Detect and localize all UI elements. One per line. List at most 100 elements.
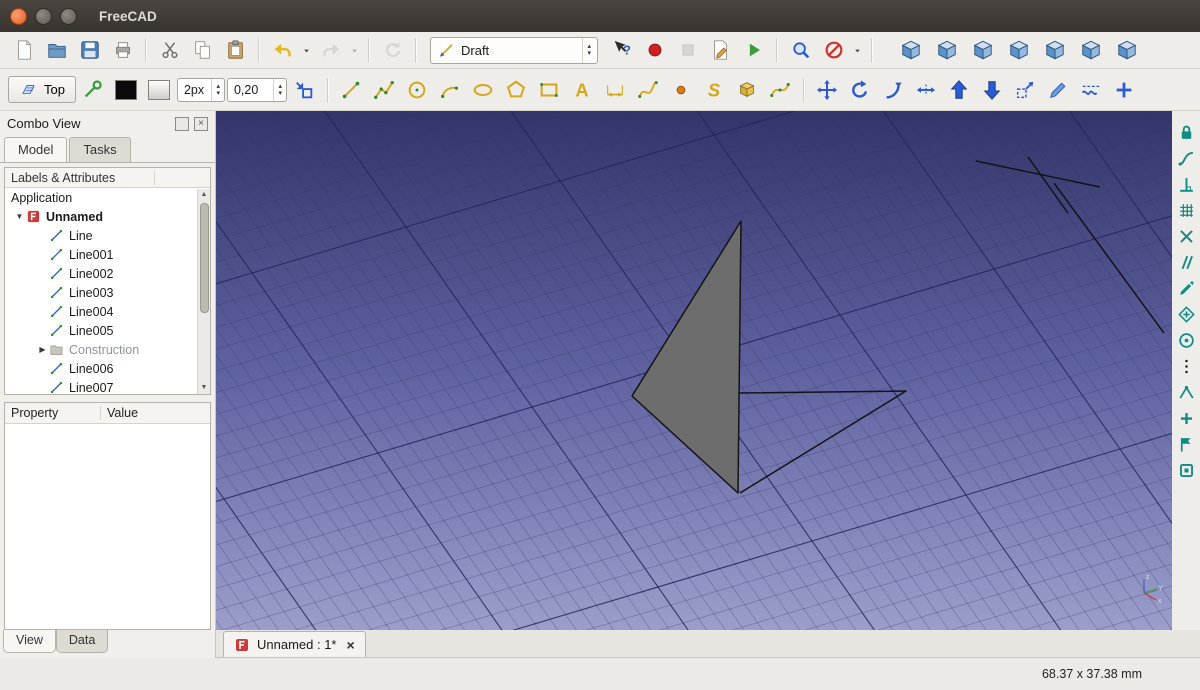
line-width-spinner[interactable]: 2px ▴ ▾ — [176, 77, 225, 102]
document-tab-close-icon[interactable]: × — [347, 637, 355, 653]
draft-offset-button[interactable] — [878, 75, 909, 104]
tree-item-line002[interactable]: Line002 — [5, 264, 197, 283]
open-button[interactable] — [41, 36, 72, 65]
print-button[interactable] — [107, 36, 138, 65]
macro-edit-button[interactable] — [705, 36, 736, 65]
tree-scrollbar[interactable]: ▲ ▼ — [197, 189, 210, 394]
draft-facebinder-button[interactable] — [732, 75, 763, 104]
view-bottom-button[interactable] — [1074, 36, 1108, 65]
panel-float-button[interactable] — [175, 116, 189, 131]
workbench-selector-arrows[interactable]: ▴ ▾ — [582, 37, 595, 63]
draft-bspline-button[interactable] — [633, 75, 664, 104]
tree-item-line[interactable]: Line — [5, 226, 197, 245]
whats-this-button[interactable] — [606, 36, 637, 65]
spin-down-arrow[interactable]: ▾ — [278, 90, 282, 97]
draft-text-button[interactable] — [567, 75, 598, 104]
draft-rectangle-button[interactable] — [534, 75, 565, 104]
redo-button[interactable] — [315, 36, 346, 65]
snap-intersection-button[interactable] — [1174, 224, 1198, 248]
draft-ellipse-button[interactable] — [468, 75, 499, 104]
line-color-button[interactable] — [111, 75, 142, 104]
view-right-button[interactable] — [1002, 36, 1036, 65]
snap-parallel-button[interactable] — [1174, 250, 1198, 274]
draft-rotate-button[interactable] — [845, 75, 876, 104]
tree-item-line003[interactable]: Line003 — [5, 283, 197, 302]
draft-dimension-button[interactable] — [600, 75, 631, 104]
panel-close-button[interactable]: × — [194, 116, 208, 131]
text-scale-spinner[interactable]: 0,20 ▴ ▾ — [226, 77, 287, 102]
spin-up-arrow[interactable]: ▴ — [278, 83, 282, 90]
working-plane-button[interactable]: Top — [8, 76, 76, 103]
expand-arrow-icon[interactable]: ▶ — [36, 345, 49, 354]
tab-tasks[interactable]: Tasks — [69, 137, 131, 162]
draft-line-button[interactable] — [336, 75, 367, 104]
window-minimize-button[interactable] — [35, 7, 52, 25]
scroll-up-icon[interactable]: ▲ — [201, 189, 208, 201]
tree-item-application[interactable]: Application — [5, 188, 197, 207]
spin-up-arrow[interactable]: ▴ — [216, 83, 220, 90]
tree-item-unnamed[interactable]: ▼ Unnamed — [5, 207, 197, 226]
tree-item-line006[interactable]: Line006 — [5, 359, 197, 378]
snap-grid-button[interactable] — [1174, 198, 1198, 222]
draft-downgrade-button[interactable] — [977, 75, 1008, 104]
snap-perpendicular-button[interactable] — [1174, 172, 1198, 196]
workbench-selector[interactable]: Draft ▴ ▾ — [430, 36, 598, 64]
draft-polyline-button[interactable] — [369, 75, 400, 104]
draw-style-button[interactable] — [818, 36, 849, 65]
redo-dropdown[interactable] — [348, 36, 361, 65]
window-maximize-button[interactable] — [60, 7, 77, 25]
snap-working-plane-button[interactable] — [1174, 458, 1198, 482]
paste-button[interactable] — [220, 36, 251, 65]
document-tab[interactable]: Unnamed : 1* × — [223, 631, 366, 657]
tab-view[interactable]: View — [3, 630, 56, 653]
draft-polygon-button[interactable] — [501, 75, 532, 104]
view-front-button[interactable] — [930, 36, 964, 65]
view-rear-button[interactable] — [1038, 36, 1072, 65]
construction-mode-button[interactable] — [78, 75, 109, 104]
zoom-tools-button[interactable] — [785, 36, 816, 65]
macro-stop-button[interactable] — [672, 36, 703, 65]
draft-add-point-button[interactable] — [1109, 75, 1140, 104]
view-top-button[interactable] — [966, 36, 1000, 65]
draft-move-button[interactable] — [812, 75, 843, 104]
macro-execute-button[interactable] — [738, 36, 769, 65]
macro-record-button[interactable] — [639, 36, 670, 65]
draft-edit-button[interactable] — [1043, 75, 1074, 104]
tab-data[interactable]: Data — [55, 630, 109, 653]
window-close-button[interactable] — [10, 7, 27, 25]
expand-arrow-icon[interactable]: ▼ — [13, 212, 26, 221]
view-left-button[interactable] — [1110, 36, 1144, 65]
draw-style-dropdown[interactable] — [851, 36, 864, 65]
property-list[interactable] — [5, 424, 210, 629]
snap-special-button[interactable] — [1174, 406, 1198, 430]
undo-dropdown[interactable] — [300, 36, 313, 65]
tab-model[interactable]: Model — [4, 137, 68, 162]
copy-button[interactable] — [187, 36, 218, 65]
scrollbar-thumb[interactable] — [199, 203, 209, 313]
draft-point-button[interactable] — [666, 75, 697, 104]
new-document-button[interactable] — [8, 36, 39, 65]
snap-extension-button[interactable] — [1174, 146, 1198, 170]
snap-dimensions-button[interactable] — [1174, 432, 1198, 456]
draft-wire-to-bspline-button[interactable] — [1076, 75, 1107, 104]
snap-center-button[interactable] — [1174, 328, 1198, 352]
face-color-button[interactable] — [144, 75, 175, 104]
draft-circle-button[interactable] — [402, 75, 433, 104]
autogroup-button[interactable] — [289, 75, 320, 104]
snap-endpoint-button[interactable] — [1174, 276, 1198, 300]
undo-button[interactable] — [267, 36, 298, 65]
draft-scale-button[interactable] — [1010, 75, 1041, 104]
scroll-down-icon[interactable]: ▼ — [201, 382, 208, 394]
cut-button[interactable] — [154, 36, 185, 65]
draft-upgrade-button[interactable] — [944, 75, 975, 104]
tree-item-construction[interactable]: ▶ Construction — [5, 340, 197, 359]
draft-arc-button[interactable] — [435, 75, 466, 104]
draft-shapestring-button[interactable] — [699, 75, 730, 104]
draft-trim-button[interactable] — [911, 75, 942, 104]
snap-lock-button[interactable] — [1174, 120, 1198, 144]
tree-item-line004[interactable]: Line004 — [5, 302, 197, 321]
3d-viewport[interactable]: x y z — [216, 111, 1172, 630]
tree-item-line001[interactable]: Line001 — [5, 245, 197, 264]
view-axonometric-button[interactable] — [894, 36, 928, 65]
save-button[interactable] — [74, 36, 105, 65]
